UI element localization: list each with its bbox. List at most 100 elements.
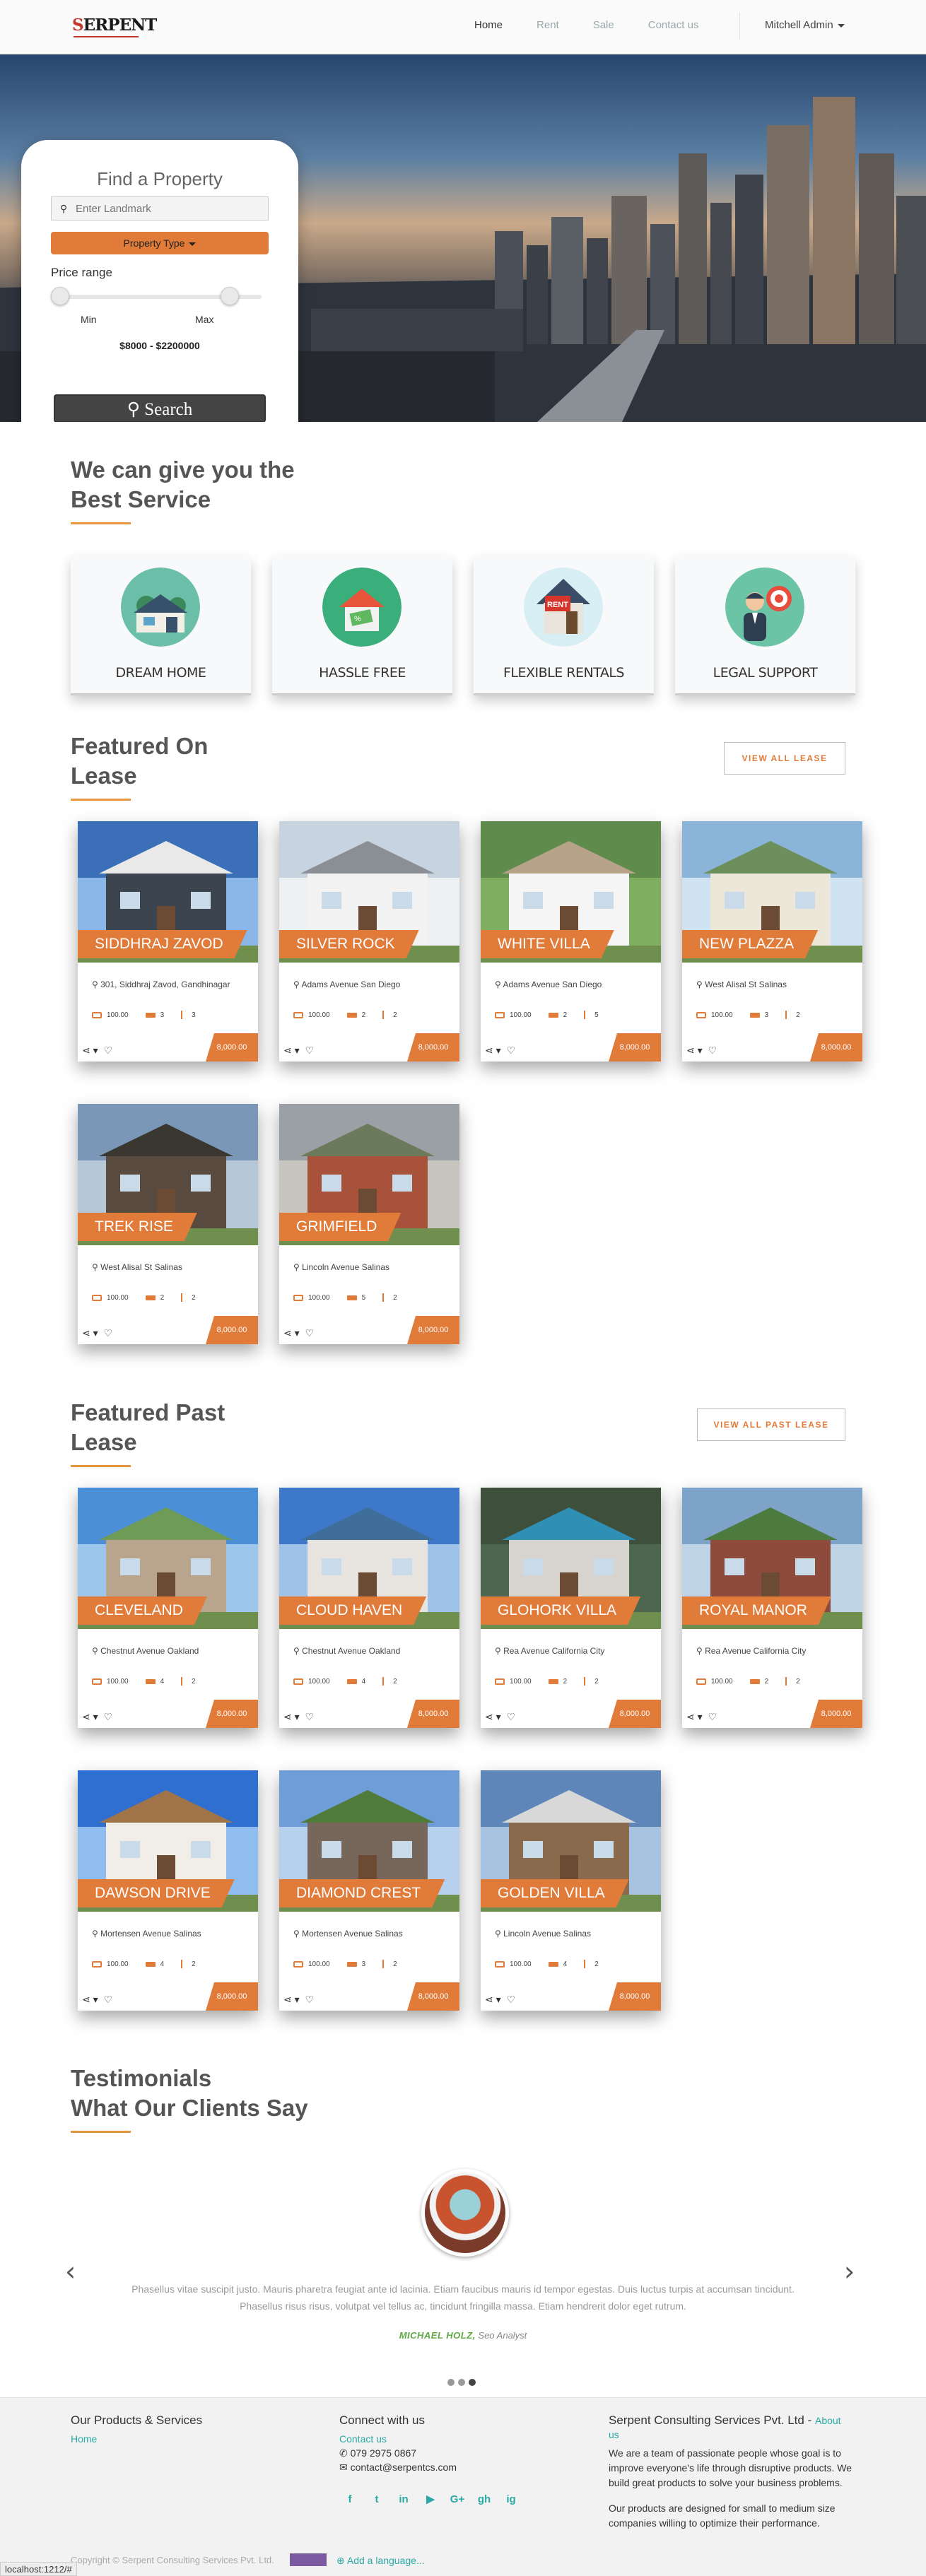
facebook-icon[interactable]: f [342, 2492, 358, 2507]
footer-contact-link[interactable]: Contact us [339, 2433, 387, 2445]
share-icon[interactable]: ⋖ ▾ [82, 1045, 98, 1057]
heart-icon[interactable]: ♡ [103, 1327, 112, 1339]
nav-contact[interactable]: Contact us [648, 19, 699, 31]
property-card[interactable]: NEW PLAZZA ⚲ West Alisal St Salinas 100.00… [682, 821, 862, 1061]
property-name-tag[interactable]: TREK RISE [78, 1213, 197, 1241]
beds-value: 3 [361, 1960, 366, 1968]
carousel-next-arrow[interactable]: › [844, 2256, 860, 2287]
add-language-link[interactable]: ⊕ Add a language... [336, 2555, 425, 2567]
share-icon[interactable]: ⋖ ▾ [686, 1045, 703, 1057]
carousel-dot[interactable] [447, 2379, 455, 2386]
property-card[interactable]: TREK RISE ⚲ West Alisal St Salinas 100.00 2… [78, 1104, 258, 1344]
property-type-dropdown[interactable]: Property Type [51, 232, 269, 254]
share-icon[interactable]: ⋖ ▾ [82, 1327, 98, 1339]
view-all-past-lease-button[interactable]: VIEW ALL PAST LEASE [697, 1408, 845, 1441]
property-card[interactable]: DAWSON DRIVE ⚲ Mortensen Avenue Salinas 10… [78, 1770, 258, 2011]
property-card[interactable]: DIAMOND CREST ⚲ Mortensen Avenue Salinas 1… [279, 1770, 459, 2011]
property-card[interactable]: GRIMFIELD ⚲ Lincoln Avenue Salinas 100.00 5… [279, 1104, 459, 1344]
share-icon[interactable]: ⋖ ▾ [283, 1045, 300, 1057]
property-card[interactable]: GOLDEN VILLA ⚲ Lincoln Avenue Salinas 100.… [481, 1770, 661, 2011]
heart-icon[interactable]: ♡ [506, 1711, 515, 1723]
location-text: West Alisal St Salinas [100, 1262, 182, 1272]
share-icon[interactable]: ⋖ ▾ [485, 1994, 501, 2006]
share-icon[interactable]: ⋖ ▾ [82, 1711, 98, 1723]
carousel-dot[interactable] [458, 2379, 465, 2386]
github-icon[interactable]: gh [476, 2492, 492, 2507]
property-card[interactable]: GLOHORK VILLA ⚲ Rea Avenue California Cit… [481, 1488, 661, 1728]
share-icon[interactable]: ⋖ ▾ [283, 1994, 300, 2006]
service-card-flexible-rentals[interactable]: RENT FLEXIBLE RENTALS [474, 556, 654, 695]
property-name-tag[interactable]: NEW PLAZZA [682, 930, 818, 958]
service-card-hassle-free[interactable]: % HASSLE FREE [272, 556, 452, 695]
heart-icon[interactable]: ♡ [305, 1711, 314, 1723]
youtube-icon[interactable]: ▶ [423, 2492, 438, 2507]
twitter-icon[interactable]: t [369, 2492, 385, 2507]
share-icon[interactable]: ⋖ ▾ [283, 1711, 300, 1723]
user-menu[interactable]: Mitchell Admin [765, 19, 845, 31]
heart-icon[interactable]: ♡ [305, 1327, 314, 1339]
share-icon[interactable]: ⋖ ▾ [485, 1045, 501, 1057]
property-name-tag[interactable]: GOLDEN VILLA [481, 1879, 629, 1907]
area-value: 100.00 [107, 1960, 129, 1968]
linkedin-icon[interactable]: in [396, 2492, 411, 2507]
slider-min-handle[interactable] [51, 287, 69, 305]
heart-icon[interactable]: ♡ [708, 1045, 717, 1057]
about-us-link[interactable]: About [815, 2415, 841, 2426]
chevron-down-icon [189, 242, 197, 246]
property-card[interactable]: SIDDHRAJ ZAVOD ⚲ 301, Siddhraj Zavod, Gan… [78, 821, 258, 1061]
heart-icon[interactable]: ♡ [305, 1994, 314, 2006]
carousel-prev-arrow[interactable]: ‹ [65, 2256, 81, 2287]
heart-icon[interactable]: ♡ [103, 1711, 112, 1723]
property-name-tag[interactable]: WHITE VILLA [481, 930, 614, 958]
property-actions: ⋖ ▾ ♡ [283, 1045, 314, 1057]
heart-icon[interactable]: ♡ [103, 1045, 112, 1057]
property-name-tag[interactable]: SILVER ROCK [279, 930, 419, 958]
heart-icon[interactable]: ♡ [506, 1994, 515, 2006]
carousel-dot-active[interactable] [469, 2379, 476, 2386]
property-name-tag[interactable]: DIAMOND CREST [279, 1879, 445, 1907]
about-us-link-continued[interactable]: us [609, 2429, 619, 2440]
share-icon[interactable]: ⋖ ▾ [485, 1711, 501, 1723]
search-button[interactable]: ⚲ Search [54, 394, 266, 422]
property-card[interactable]: ROYAL MANOR ⚲ Rea Avenue California City 1… [682, 1488, 862, 1728]
language-badge[interactable] [290, 2553, 327, 2566]
slider-max-handle[interactable] [221, 287, 239, 305]
heart-icon[interactable]: ♡ [305, 1045, 314, 1057]
property-card[interactable]: SILVER ROCK ⚲ Adams Avenue San Diego 100.0… [279, 821, 459, 1061]
property-name-tag[interactable]: DAWSON DRIVE [78, 1879, 235, 1907]
area-value: 100.00 [510, 1677, 532, 1686]
heart-icon[interactable]: ♡ [103, 1994, 112, 2006]
heart-icon[interactable]: ♡ [708, 1711, 717, 1723]
view-all-lease-button[interactable]: VIEW ALL LEASE [724, 742, 845, 775]
property-name-tag[interactable]: GLOHORK VILLA [481, 1596, 640, 1625]
service-card-legal-support[interactable]: LEGAL SUPPORT [675, 556, 855, 695]
price-range-slider[interactable] [51, 287, 269, 305]
footer-products-text: Our products are designed for small to m… [609, 2501, 836, 2531]
location-text: 301, Siddhraj Zavod, Gandhinagar [100, 980, 230, 989]
share-icon[interactable]: ⋖ ▾ [283, 1327, 300, 1339]
landmark-field[interactable]: ⚲ [51, 196, 269, 220]
property-name-tag[interactable]: ROYAL MANOR [682, 1596, 831, 1625]
instagram-icon[interactable]: ig [503, 2492, 519, 2507]
property-card[interactable]: WHITE VILLA ⚲ Adams Avenue San Diego 100.0… [481, 821, 661, 1061]
property-name-tag[interactable]: CLEVELAND [78, 1596, 207, 1625]
phone-number: 079 2975 0867 [350, 2447, 417, 2459]
footer-home-link[interactable]: Home [71, 2433, 97, 2445]
heart-icon[interactable]: ♡ [506, 1045, 515, 1057]
footer-email[interactable]: ✉ contact@serpentcs.com [339, 2462, 457, 2474]
google-plus-icon[interactable]: G+ [450, 2492, 465, 2507]
property-name-tag[interactable]: CLOUD HAVEN [279, 1596, 426, 1625]
brand-logo[interactable]: SERPENT [71, 14, 157, 38]
property-card[interactable]: CLOUD HAVEN ⚲ Chestnut Avenue Oakland 100.… [279, 1488, 459, 1728]
share-icon[interactable]: ⋖ ▾ [686, 1711, 703, 1723]
nav-sale[interactable]: Sale [593, 19, 614, 31]
nav-home[interactable]: Home [474, 19, 503, 31]
service-card-dream-home[interactable]: DREAM HOME [71, 556, 251, 695]
share-icon[interactable]: ⋖ ▾ [82, 1994, 98, 2006]
landmark-input[interactable] [76, 202, 259, 215]
nav-rent[interactable]: Rent [537, 19, 559, 31]
map-pin-icon: ⚲ [92, 1929, 101, 1939]
property-name-tag[interactable]: GRIMFIELD [279, 1213, 401, 1241]
property-card[interactable]: CLEVELAND ⚲ Chestnut Avenue Oakland 100.00… [78, 1488, 258, 1728]
property-name-tag[interactable]: SIDDHRAJ ZAVOD [78, 930, 247, 958]
